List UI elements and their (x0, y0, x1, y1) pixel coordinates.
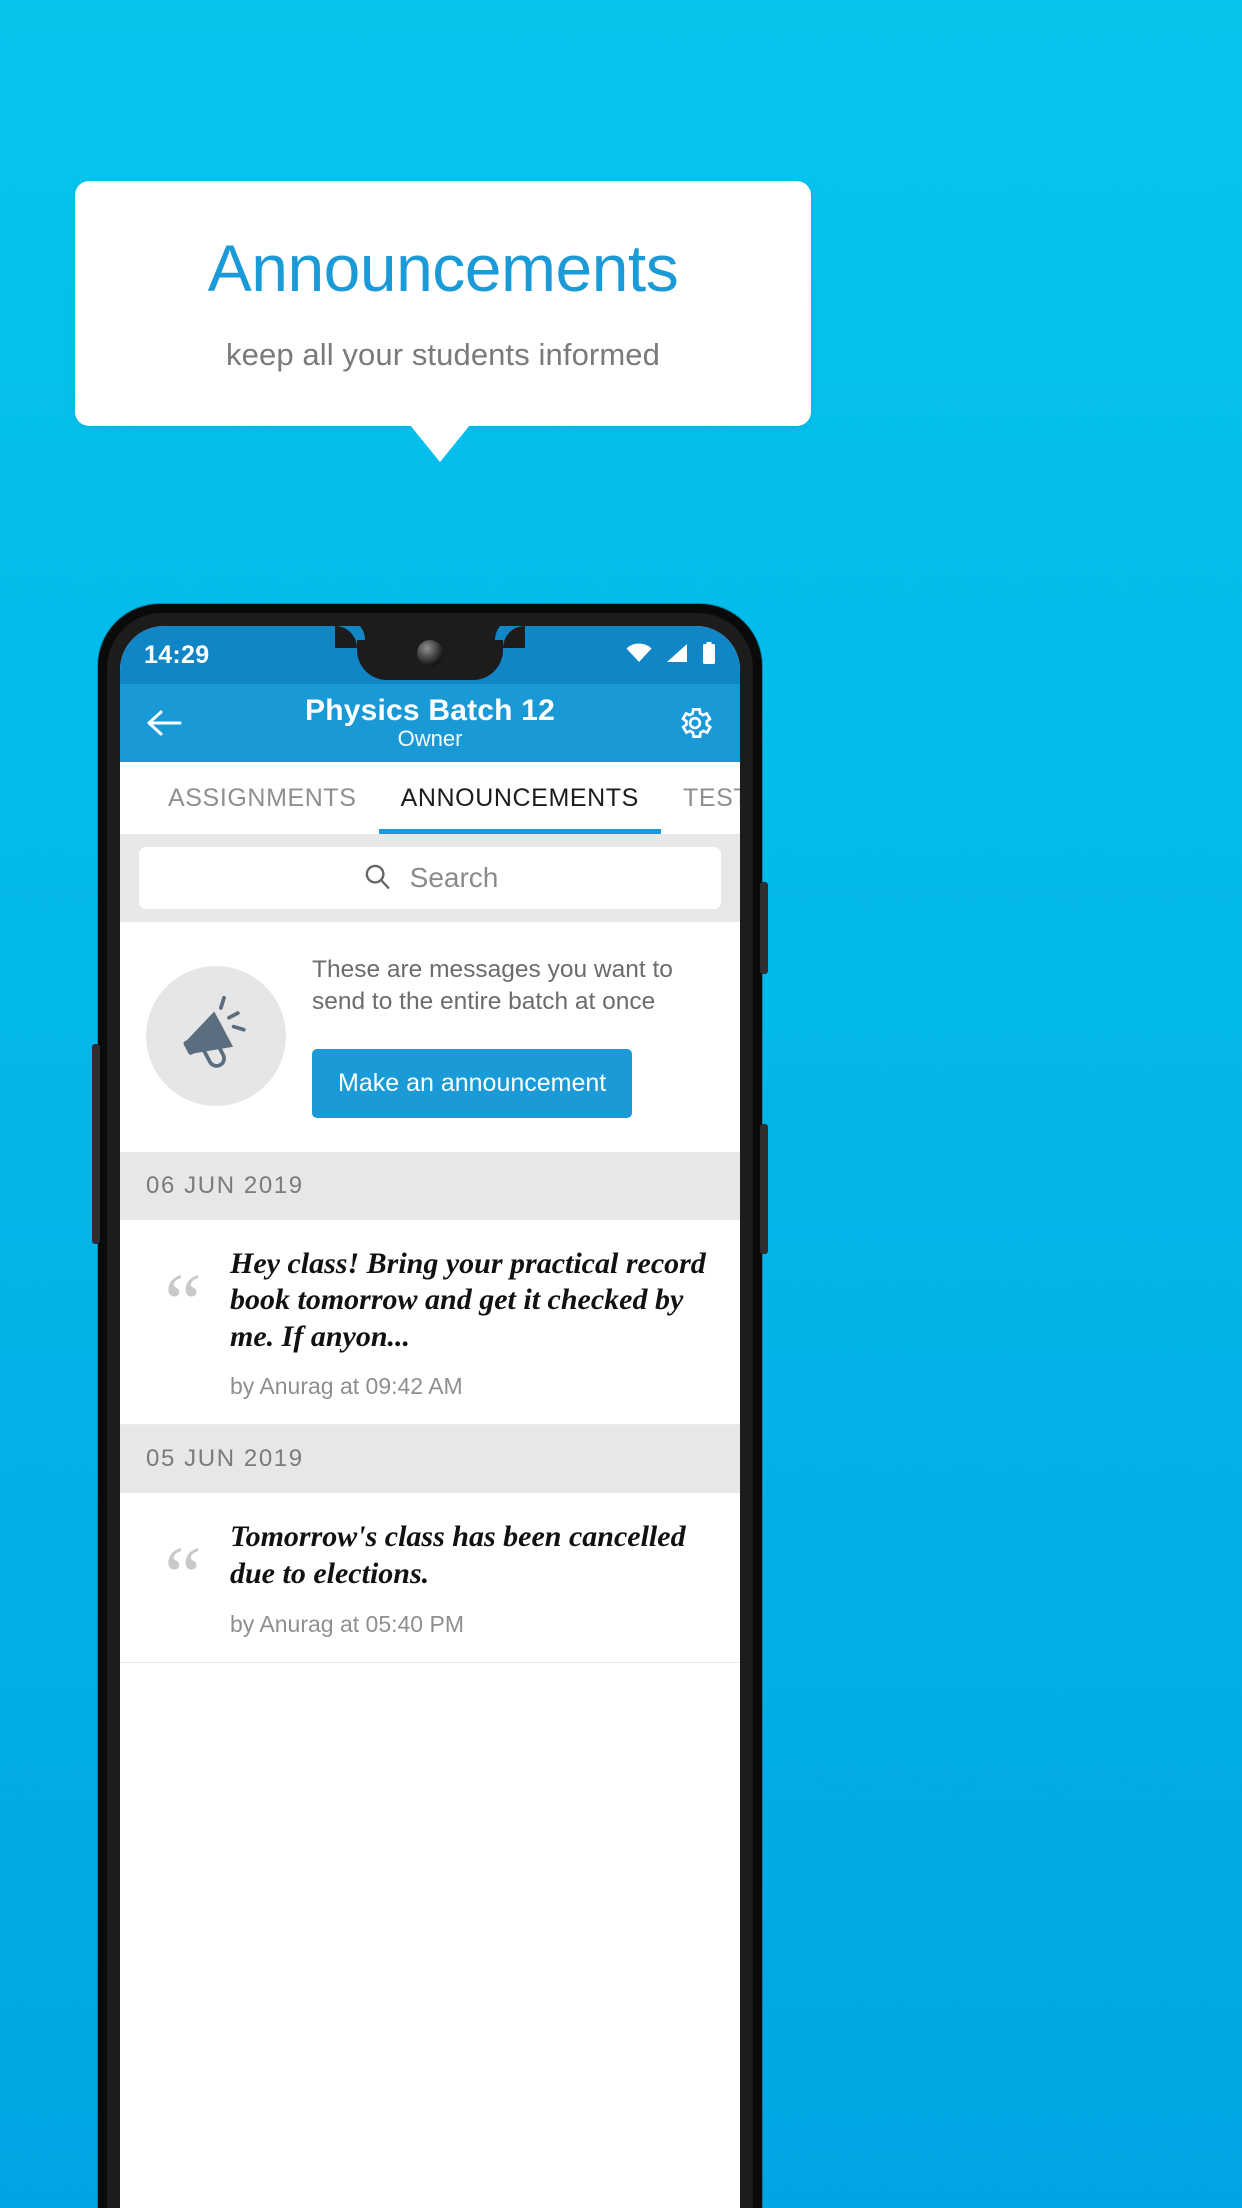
search-section: Search (120, 834, 740, 922)
search-placeholder: Search (409, 862, 499, 893)
volume-button[interactable] (760, 1124, 768, 1254)
announcement-body: Hey class! Bring your practical record b… (230, 1246, 718, 1401)
front-camera-icon (417, 640, 443, 666)
megaphone-icon (146, 965, 286, 1106)
promo-subtitle: keep all your students informed (226, 336, 660, 372)
announcement-text: Hey class! Bring your practical record b… (230, 1246, 706, 1353)
back-arrow-icon[interactable] (142, 700, 188, 746)
date-header: 06 JUN 2019 (120, 1151, 740, 1220)
search-icon (362, 861, 392, 896)
promo-title: Announcements (207, 230, 679, 305)
left-side-button[interactable] (92, 1044, 100, 1244)
tab-label: ASSIGNMENTS (168, 783, 357, 812)
make-announcement-button[interactable]: Make an announcement (312, 1048, 633, 1118)
announcements-scroll-area[interactable]: These are messages you want to send to t… (120, 922, 740, 1663)
phone-screen: 14:29 Physics Batch 12 Owner ASSIGNMENTS… (120, 626, 740, 2208)
status-bar: 14:29 (120, 626, 740, 684)
search-input[interactable]: Search (139, 847, 721, 909)
tab-announcements[interactable]: ANNOUNCEMENTS (378, 762, 662, 834)
app-bar-title-block: Physics Batch 12 Owner (188, 694, 672, 752)
app-bar: Physics Batch 12 Owner (120, 684, 740, 762)
phone-device-frame: 14:29 Physics Batch 12 Owner ASSIGNMENTS… (92, 604, 768, 2208)
batch-role: Owner (397, 726, 463, 752)
announcement-item[interactable]: “ Hey class! Bring your practical record… (120, 1219, 740, 1426)
tab-assignments[interactable]: ASSIGNMENTS (146, 762, 379, 834)
callout-tail (410, 425, 470, 462)
tab-label: TESTS (682, 783, 740, 812)
quote-icon: “ (164, 1530, 202, 1624)
promo-callout-card: Announcements keep all your students inf… (75, 181, 811, 426)
battery-icon (702, 641, 716, 669)
tab-bar: ASSIGNMENTS ANNOUNCEMENTS TESTS V (120, 762, 740, 834)
gear-icon[interactable] (672, 700, 718, 746)
promo-description: These are messages you want to send to t… (312, 956, 673, 1016)
announcement-meta: by Anurag at 09:42 AM (230, 1373, 463, 1400)
announcement-meta: by Anurag at 05:40 PM (230, 1610, 464, 1637)
announcement-body: Tomorrow's class has been cancelled due … (230, 1519, 718, 1637)
tab-tests[interactable]: TESTS (661, 762, 740, 834)
quote-icon: “ (164, 1256, 202, 1350)
date-header: 05 JUN 2019 (120, 1425, 740, 1494)
tab-label: ANNOUNCEMENTS (400, 783, 639, 812)
batch-title: Physics Batch 12 (305, 693, 555, 727)
status-icons (626, 641, 716, 669)
status-time: 14:29 (144, 640, 210, 669)
wifi-icon (626, 642, 652, 668)
promo-right-column: These are messages you want to send to t… (312, 954, 714, 1118)
signal-icon (666, 643, 688, 668)
announcement-text: Tomorrow's class has been cancelled due … (230, 1520, 686, 1591)
power-button[interactable] (760, 882, 768, 974)
screen-notch (335, 626, 525, 680)
make-announcement-promo: These are messages you want to send to t… (120, 922, 740, 1152)
announcement-item[interactable]: “ Tomorrow's class has been cancelled du… (120, 1493, 740, 1663)
